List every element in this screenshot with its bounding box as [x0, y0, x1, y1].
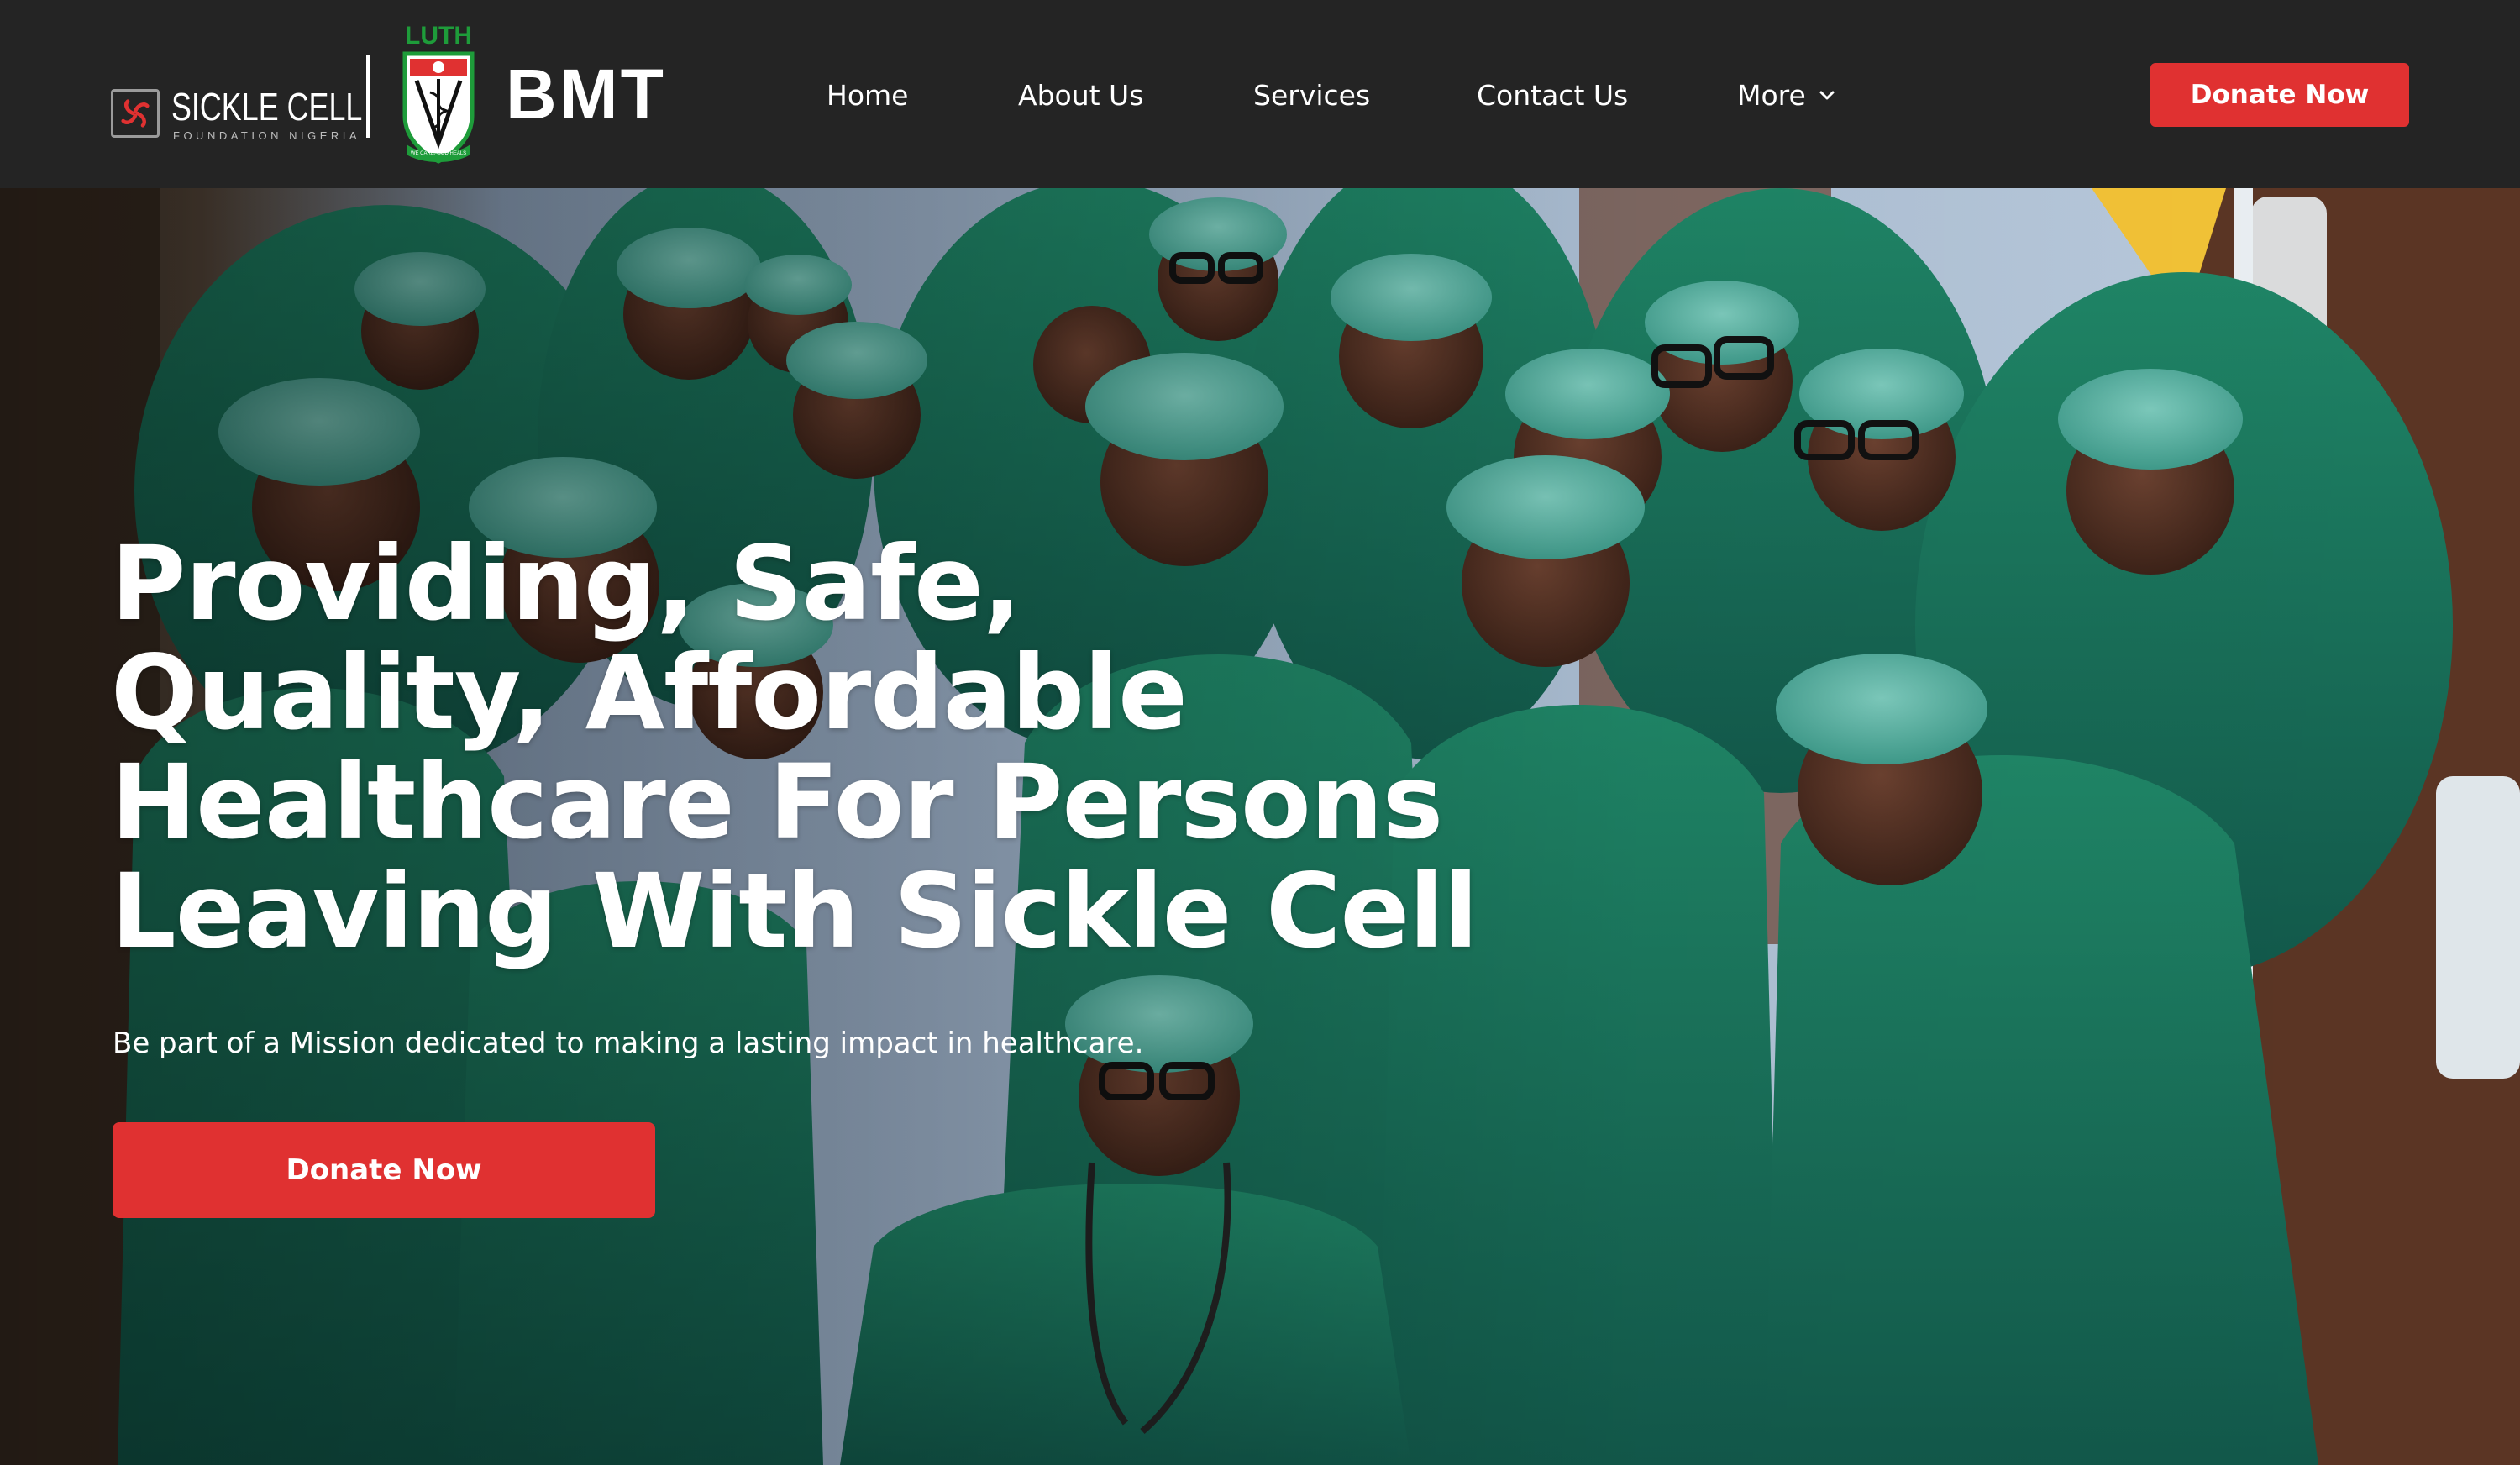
hero-subtitle: Be part of a Mission dedicated to making…	[113, 1027, 1144, 1060]
luth-crest-icon: WE CARE, GOD HEALS	[402, 51, 475, 164]
luth-logo[interactable]: LUTH WE CARE, GOD HEALS	[395, 22, 482, 166]
hero-donate-button[interactable]: Donate Now	[113, 1122, 655, 1218]
nav-more-dropdown[interactable]: More	[1737, 72, 1836, 119]
nav-about-us[interactable]: About Us	[1018, 72, 1143, 119]
sickle-cell-foundation-logo[interactable]: SICKLE CELL FOUNDATION NIGERIA	[111, 66, 363, 142]
nav-services[interactable]: Services	[1253, 72, 1370, 119]
partner-motto: WE CARE, GOD HEALS	[411, 151, 466, 156]
nav-home[interactable]: Home	[827, 72, 908, 119]
org-name: SICKLE CELL	[171, 85, 363, 129]
brand-divider	[366, 55, 370, 138]
site-header: SICKLE CELL FOUNDATION NIGERIA LUTH WE C…	[0, 0, 2520, 188]
nav-contact-us[interactable]: Contact Us	[1477, 72, 1628, 119]
header-donate-button[interactable]: Donate Now	[2150, 63, 2409, 127]
partner-name: LUTH	[405, 22, 472, 50]
sickle-cell-icon	[111, 89, 160, 138]
hero-title: Providing, Safe, Quality, Affordable Hea…	[111, 524, 1478, 971]
nav-more-label: More	[1737, 79, 1806, 112]
hero-section: Providing, Safe, Quality, Affordable Hea…	[0, 188, 2520, 1465]
brand-logos[interactable]: SICKLE CELL FOUNDATION NIGERIA LUTH WE C…	[111, 22, 666, 166]
chevron-down-icon	[1819, 91, 1835, 99]
product-name: BMT	[506, 55, 666, 134]
